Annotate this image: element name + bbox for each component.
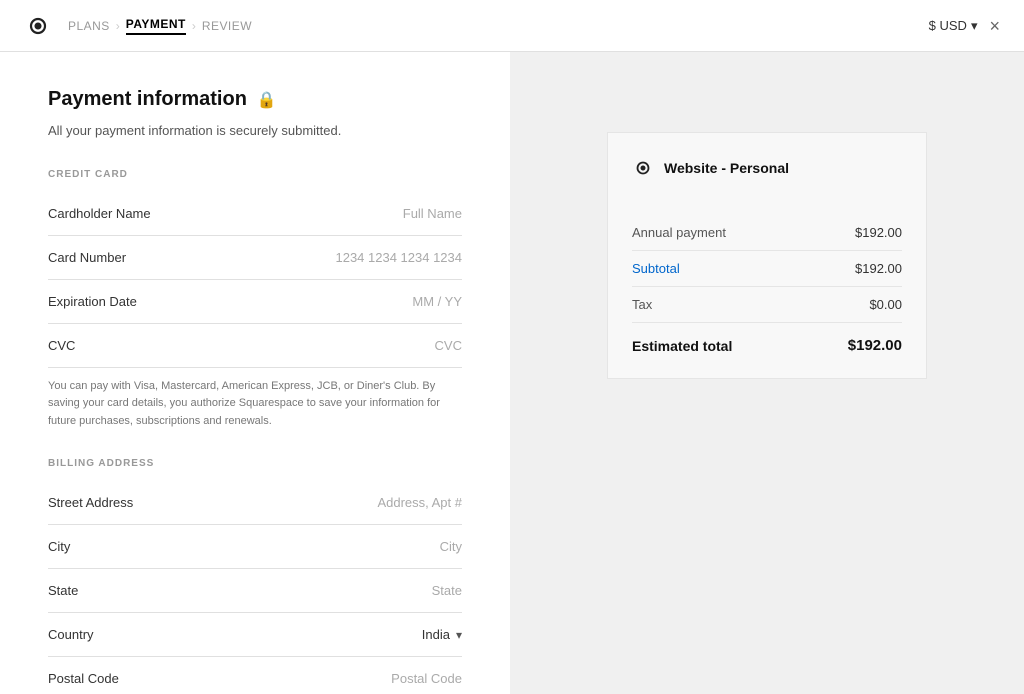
summary-total-row: Estimated total $192.00 (632, 323, 902, 354)
currency-selector[interactable]: $ USD ▾ (929, 18, 978, 34)
state-placeholder: State (432, 583, 462, 598)
main-content: Payment information 🔒 All your payment i… (0, 52, 1024, 694)
cvc-label: CVC (48, 338, 75, 353)
order-summary: Website - Personal Annual payment $192.0… (607, 132, 927, 379)
page-title: Payment information (48, 88, 247, 111)
street-address-placeholder: Address, Apt # (377, 495, 462, 510)
summary-header: Website - Personal (632, 157, 902, 195)
chevron-icon-2: › (192, 19, 196, 33)
close-button[interactable]: × (989, 17, 1000, 35)
secure-text: All your payment information is securely… (48, 121, 462, 141)
credit-card-section-label: CREDIT CARD (48, 169, 462, 180)
card-note: You can pay with Visa, Mastercard, Ameri… (48, 378, 462, 431)
tax-label: Tax (632, 297, 652, 312)
cardholder-name-placeholder: Full Name (403, 206, 462, 221)
subtotal-label: Subtotal (632, 261, 680, 276)
dropdown-chevron-icon: ▾ (456, 628, 462, 642)
summary-row-tax: Tax $0.00 (632, 287, 902, 323)
city-placeholder: City (440, 539, 462, 554)
summary-row-subtotal: Subtotal $192.00 (632, 251, 902, 287)
expiration-date-field[interactable]: Expiration Date MM / YY (48, 280, 462, 324)
street-address-field[interactable]: Street Address Address, Apt # (48, 481, 462, 525)
country-label: Country (48, 627, 94, 642)
card-number-label: Card Number (48, 250, 126, 265)
street-address-label: Street Address (48, 495, 133, 510)
page-title-row: Payment information 🔒 (48, 88, 462, 111)
top-navigation: PLANS › PAYMENT › REVIEW $ USD ▾ × (0, 0, 1024, 52)
expiration-date-placeholder: MM / YY (412, 294, 462, 309)
card-number-placeholder: 1234 1234 1234 1234 (335, 250, 462, 265)
right-panel: Website - Personal Annual payment $192.0… (510, 52, 1024, 694)
country-selected: India (422, 627, 450, 642)
summary-row-annual: Annual payment $192.00 (632, 215, 902, 251)
cvc-field[interactable]: CVC CVC (48, 324, 462, 368)
chevron-icon: › (116, 19, 120, 33)
country-value: India ▾ (422, 627, 462, 642)
city-label: City (48, 539, 70, 554)
cardholder-name-field[interactable]: Cardholder Name Full Name (48, 192, 462, 236)
estimated-total-value: $192.00 (848, 337, 902, 354)
step-payment: PAYMENT (126, 17, 186, 35)
cardholder-name-label: Cardholder Name (48, 206, 151, 221)
subtotal-value: $192.00 (855, 261, 902, 276)
postal-code-placeholder: Postal Code (391, 671, 462, 686)
left-panel: Payment information 🔒 All your payment i… (0, 52, 510, 694)
nav-right: $ USD ▾ × (929, 17, 1000, 35)
expiration-date-label: Expiration Date (48, 294, 137, 309)
state-label: State (48, 583, 78, 598)
postal-code-field[interactable]: Postal Code Postal Code (48, 657, 462, 694)
estimated-total-label: Estimated total (632, 338, 732, 354)
billing-address-section: BILLING ADDRESS Street Address Address, … (48, 458, 462, 694)
cvc-placeholder: CVC (435, 338, 462, 353)
annual-payment-value: $192.00 (855, 225, 902, 240)
step-review: REVIEW (202, 19, 252, 33)
lock-icon: 🔒 (257, 90, 277, 110)
annual-payment-label: Annual payment (632, 225, 726, 240)
squarespace-logo (24, 12, 52, 40)
card-number-field[interactable]: Card Number 1234 1234 1234 1234 (48, 236, 462, 280)
summary-logo (632, 157, 654, 179)
summary-title: Website - Personal (664, 160, 789, 176)
state-field[interactable]: State State (48, 569, 462, 613)
city-field[interactable]: City City (48, 525, 462, 569)
step-plans: PLANS (68, 19, 110, 33)
billing-section-label: BILLING ADDRESS (48, 458, 462, 469)
nav-left: PLANS › PAYMENT › REVIEW (24, 12, 252, 40)
currency-label: $ USD (929, 18, 967, 33)
postal-code-label: Postal Code (48, 671, 119, 686)
currency-chevron-icon: ▾ (971, 18, 978, 34)
breadcrumb-steps: PLANS › PAYMENT › REVIEW (68, 17, 252, 35)
tax-value: $0.00 (869, 297, 902, 312)
country-field[interactable]: Country India ▾ (48, 613, 462, 657)
